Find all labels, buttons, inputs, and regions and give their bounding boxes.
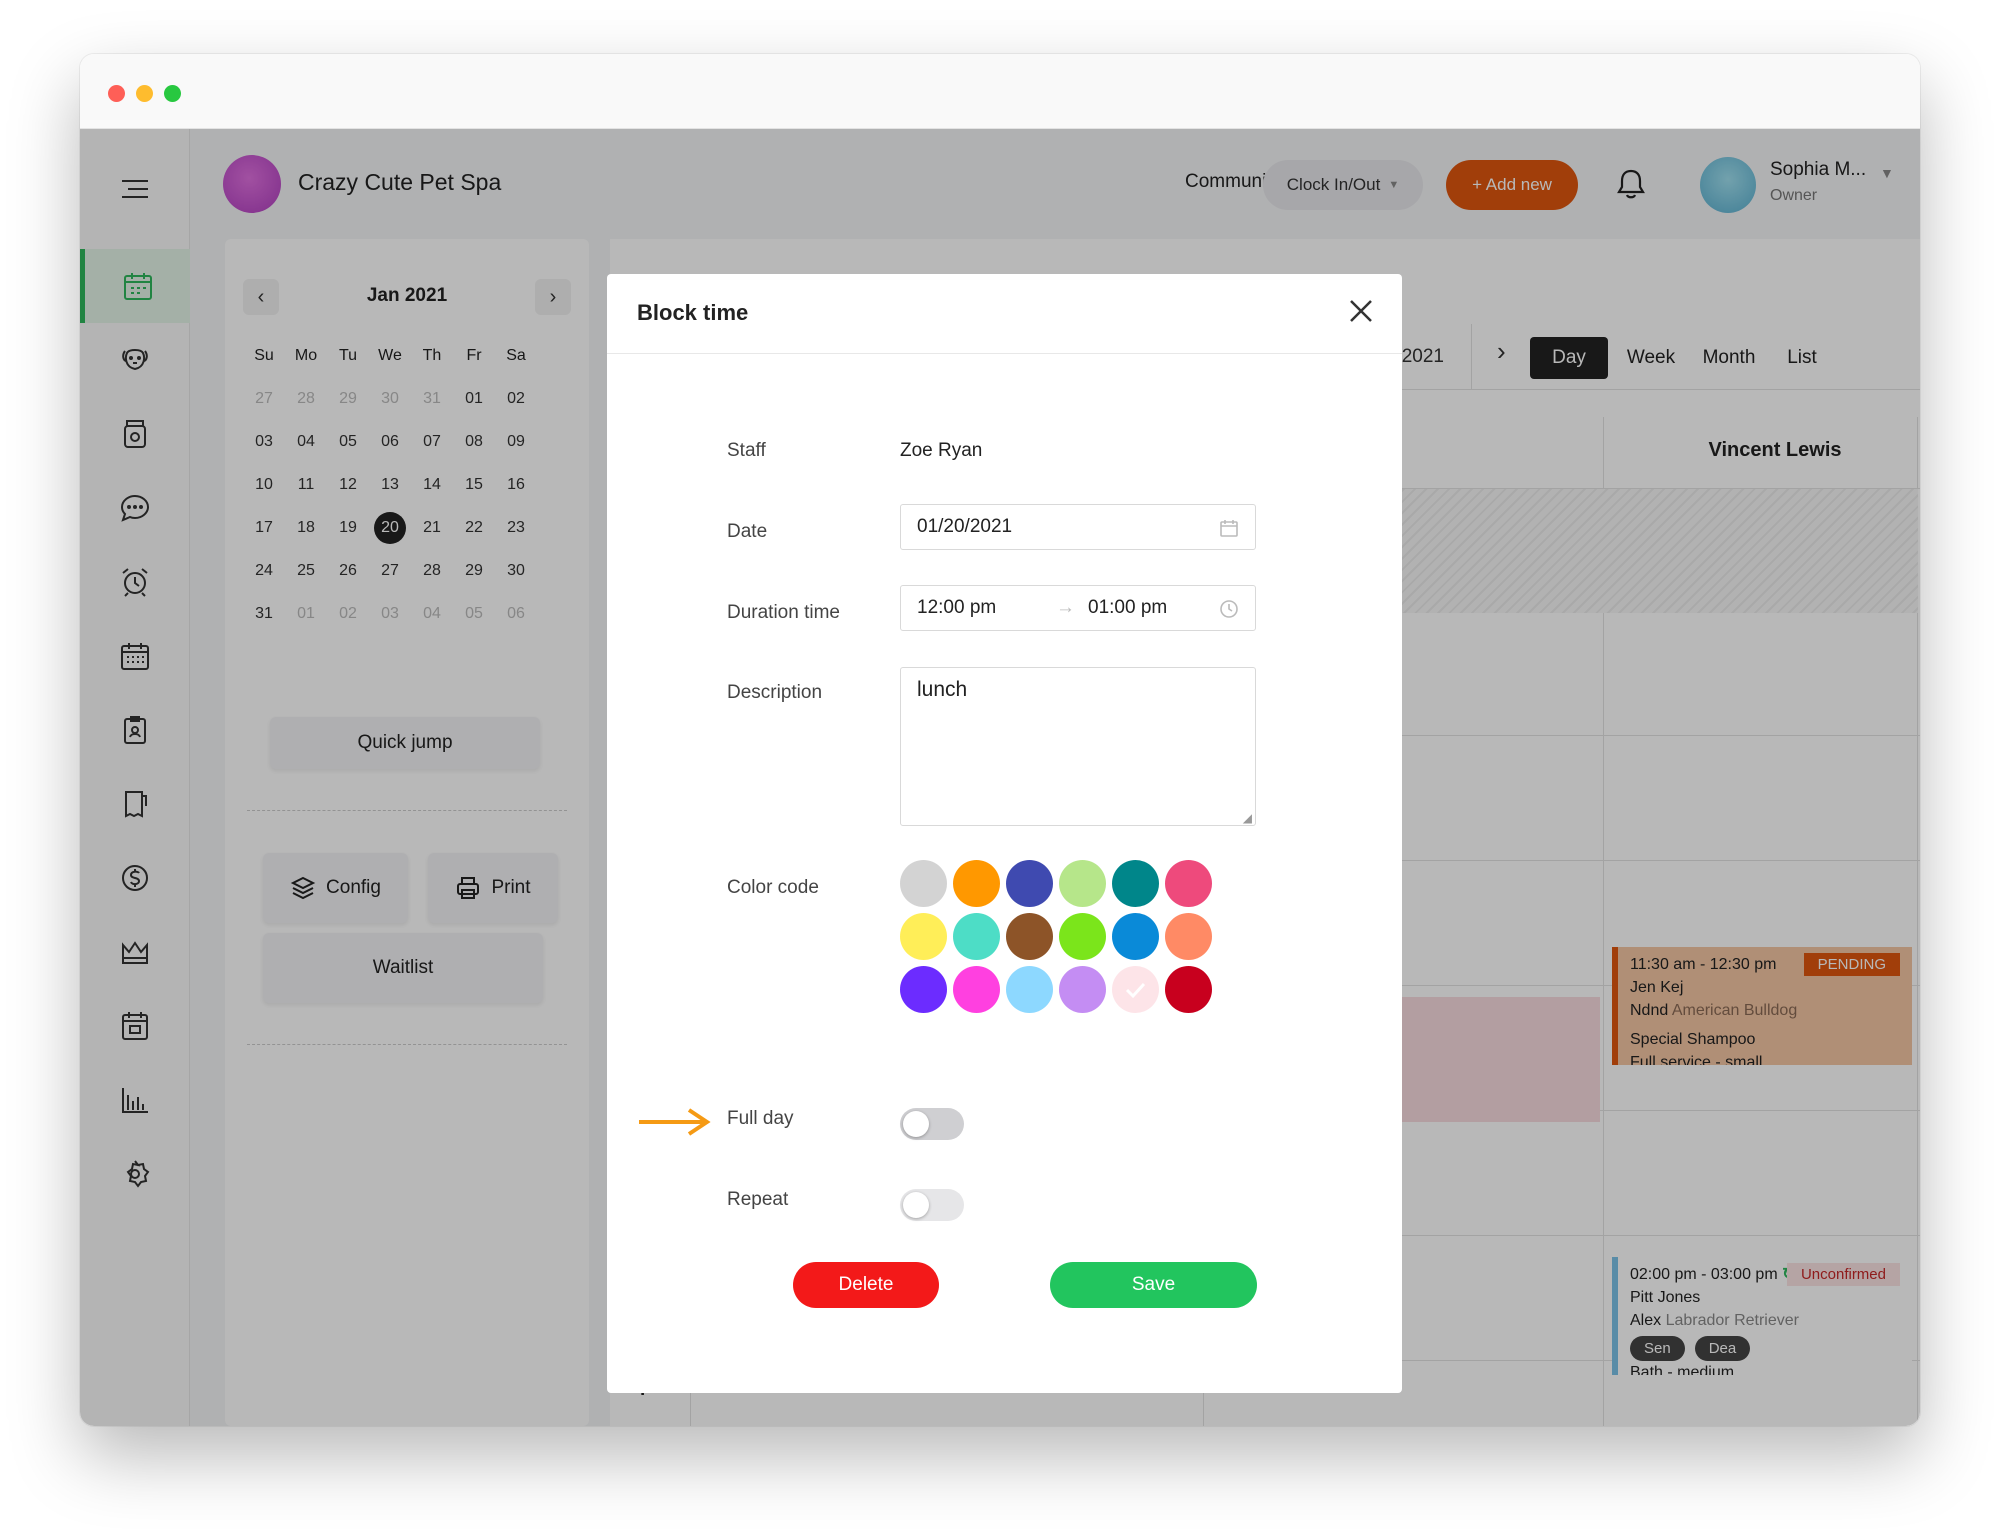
color-swatch[interactable]: [1112, 860, 1159, 907]
description-value: lunch: [917, 678, 968, 701]
block-time-modal: Block time Staff Zoe Ryan Date 01/20/202…: [607, 274, 1402, 1393]
date-field[interactable]: 01/20/2021: [900, 504, 1256, 550]
color-swatch[interactable]: [1006, 860, 1053, 907]
color-swatch[interactable]: [1059, 966, 1106, 1013]
color-swatch[interactable]: [1165, 860, 1212, 907]
color-swatch[interactable]: [1165, 913, 1212, 960]
end-time: 01:00 pm: [1088, 597, 1168, 618]
color-swatch[interactable]: [1112, 913, 1159, 960]
toggle-knob: [903, 1111, 929, 1137]
modal-header: Block time: [607, 274, 1402, 354]
color-swatch[interactable]: [1165, 966, 1212, 1013]
date-label: Date: [727, 521, 768, 542]
full-day-label: Full day: [727, 1108, 794, 1129]
modal-title: Block time: [637, 300, 749, 325]
overlay: [80, 129, 190, 1426]
color-swatch[interactable]: [1006, 913, 1053, 960]
repeat-toggle[interactable]: [900, 1189, 964, 1221]
start-time: 12:00 pm: [917, 597, 997, 618]
description-label: Description: [727, 682, 823, 703]
arrow-right-icon: →: [1056, 597, 1075, 618]
close-icon[interactable]: [1346, 296, 1376, 326]
color-swatch[interactable]: [953, 913, 1000, 960]
color-swatch[interactable]: [1059, 860, 1106, 907]
color-swatch[interactable]: [953, 966, 1000, 1013]
browser-window: Crazy Cute Pet Spa Community Clock In/Ou…: [80, 54, 1920, 1426]
color-code-label: Color code: [727, 877, 819, 898]
date-value: 01/20/2021: [917, 516, 1013, 537]
color-swatch[interactable]: [1006, 966, 1053, 1013]
color-swatch[interactable]: [900, 966, 947, 1013]
delete-button[interactable]: Delete: [793, 1262, 939, 1308]
color-swatch[interactable]: [900, 860, 947, 907]
staff-label: Staff: [727, 440, 766, 461]
calendar-icon: [1220, 520, 1238, 537]
toggle-knob: [903, 1192, 929, 1218]
app-root: Crazy Cute Pet Spa Community Clock In/Ou…: [80, 129, 1920, 1426]
color-swatch[interactable]: [1112, 966, 1159, 1013]
repeat-label: Repeat: [727, 1189, 789, 1210]
window-titlebar: [80, 54, 1920, 129]
resize-handle-icon[interactable]: ◢: [1243, 811, 1252, 825]
full-day-toggle[interactable]: [900, 1108, 964, 1140]
duration-label: Duration time: [727, 602, 840, 623]
duration-field[interactable]: 12:00 pm → 01:00 pm: [900, 585, 1256, 631]
save-button[interactable]: Save: [1050, 1262, 1257, 1308]
minimize-window-button[interactable]: [136, 85, 153, 102]
arrow-annotation-icon: [639, 1108, 711, 1136]
color-swatch[interactable]: [900, 913, 947, 960]
clock-icon: [1220, 600, 1238, 618]
maximize-window-button[interactable]: [164, 85, 181, 102]
color-swatch[interactable]: [953, 860, 1000, 907]
color-swatch[interactable]: [1059, 913, 1106, 960]
close-window-button[interactable]: [108, 85, 125, 102]
staff-value: Zoe Ryan: [900, 440, 983, 461]
checkmark-icon: [1125, 982, 1146, 999]
description-textarea[interactable]: lunch ◢: [900, 667, 1256, 826]
